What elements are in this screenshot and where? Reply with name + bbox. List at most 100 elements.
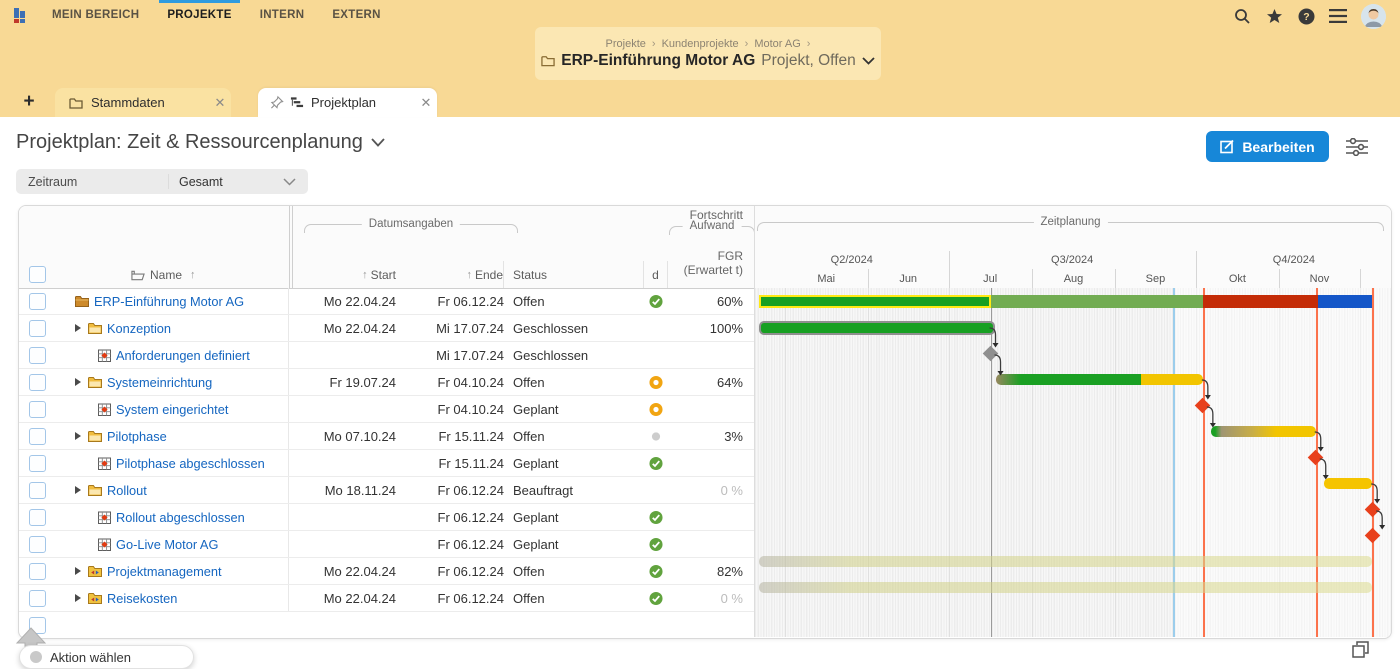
edit-button[interactable]: Bearbeiten (1206, 131, 1329, 162)
row-status-cell: Geplant (504, 396, 644, 422)
zeitraum-filter[interactable]: Zeitraum Gesamt (16, 169, 308, 194)
row-name-cell: Konzeption (59, 315, 289, 341)
pin-icon[interactable] (270, 96, 284, 110)
d-column-header[interactable]: d (643, 261, 667, 288)
edit-button-label: Bearbeiten (1242, 139, 1314, 155)
row-checkbox[interactable] (29, 401, 46, 418)
nav-tab-mein-bereich[interactable]: MEIN BEREICH (38, 0, 153, 30)
task-link[interactable]: Anforderungen definiert (116, 348, 250, 363)
task-link[interactable]: Pilotphase abgeschlossen (116, 456, 265, 471)
select-all-checkbox[interactable] (29, 266, 46, 283)
user-avatar[interactable] (1361, 4, 1386, 29)
edit-pencil-icon (1220, 139, 1235, 154)
breadcrumb-separator: › (652, 38, 656, 50)
table-row[interactable]: Anforderungen definiertMi 17.07.24Geschl… (19, 342, 754, 369)
row-checkbox[interactable] (29, 590, 46, 607)
row-name-cell: Go-Live Motor AG (59, 531, 289, 557)
table-row[interactable]: ERP-Einführung Motor AGMo 22.04.24Fr 06.… (19, 288, 754, 315)
favorites-star-icon[interactable] (1265, 7, 1283, 25)
task-link[interactable]: Projektmanagement (107, 564, 222, 579)
gantt-month-label: Aug (1032, 269, 1115, 288)
svg-text:?: ? (1303, 11, 1309, 23)
row-select-cell (19, 531, 59, 557)
row-checkbox[interactable] (29, 455, 46, 472)
table-row[interactable]: PilotphaseMo 07.10.24Fr 15.11.24Offen3% (19, 423, 754, 450)
nav-tab-intern[interactable]: INTERN (246, 0, 319, 30)
ende-column-header[interactable]: ↑Ende (396, 261, 504, 288)
expand-corner-icon[interactable] (1352, 641, 1369, 663)
nav-tab-projekte[interactable]: PROJEKTE (153, 0, 245, 30)
row-deadline-status-cell (644, 396, 668, 422)
check-status-icon (649, 456, 663, 470)
task-link[interactable]: Systemeinrichtung (107, 375, 212, 390)
table-row[interactable]: ProjektmanagementMo 22.04.24Fr 06.12.24O… (19, 558, 754, 585)
action-popup[interactable]: Aktion wählen (19, 645, 194, 669)
new-tab-button[interactable]: + (18, 91, 40, 113)
folder-icon (541, 54, 555, 68)
task-link[interactable]: Reisekosten (107, 591, 177, 606)
tab-stammdaten[interactable]: Stammdaten ✕ (55, 88, 231, 117)
table-row[interactable]: SystemeinrichtungFr 19.07.24Fr 04.10.24O… (19, 369, 754, 396)
expand-arrow-icon[interactable] (75, 432, 81, 440)
expand-arrow-icon[interactable] (75, 594, 81, 602)
breadcrumb-link[interactable]: Projekte (606, 38, 646, 50)
gantt-quarter-label: Q3/2024 (949, 251, 1196, 269)
table-row[interactable]: RolloutMo 18.11.24Fr 06.12.24Beauftragt0… (19, 477, 754, 504)
expand-arrow-icon[interactable] (75, 378, 81, 386)
app-logo-icon[interactable] (14, 8, 28, 23)
search-icon[interactable] (1233, 7, 1251, 25)
row-checkbox[interactable] (29, 293, 46, 310)
start-column-header[interactable]: ↑Start (289, 261, 396, 288)
topbar-icons: ? (1233, 2, 1386, 30)
view-settings-icon[interactable] (1345, 138, 1369, 156)
table-row[interactable]: Pilotphase abgeschlossenFr 15.11.24Gepla… (19, 450, 754, 477)
chevron-down-icon[interactable] (862, 57, 875, 65)
row-name-cell: Pilotphase abgeschlossen (59, 450, 289, 476)
help-icon[interactable]: ? (1297, 7, 1315, 25)
task-link[interactable]: Rollout (107, 483, 147, 498)
row-checkbox[interactable] (29, 347, 46, 364)
page-title[interactable]: Projektplan: Zeit & Ressourcenplanung (16, 131, 385, 154)
context-title[interactable]: ERP-Einführung Motor AG Projekt, Offen (541, 52, 875, 70)
row-fgr-cell: 100% (668, 315, 754, 341)
task-link[interactable]: Rollout abgeschlossen (116, 510, 245, 525)
folder-tree-icon (131, 268, 145, 282)
row-checkbox[interactable] (29, 320, 46, 337)
table-row-new[interactable] (19, 612, 754, 638)
expand-arrow-icon[interactable] (75, 324, 81, 332)
task-link[interactable]: Konzeption (107, 321, 171, 336)
task-link[interactable]: ERP-Einführung Motor AG (94, 294, 244, 309)
main-nav: MEIN BEREICHPROJEKTEINTERNEXTERN (14, 0, 395, 30)
table-row[interactable]: Go-Live Motor AGFr 06.12.24Geplant (19, 531, 754, 558)
status-column-header[interactable]: Status (503, 261, 643, 288)
name-column-header[interactable]: Name↑ (59, 261, 289, 288)
task-link[interactable]: Pilotphase (107, 429, 167, 444)
row-checkbox[interactable] (29, 536, 46, 553)
row-checkbox[interactable] (29, 563, 46, 580)
chevron-down-icon[interactable] (371, 138, 385, 147)
breadcrumb-link[interactable]: Kundenprojekte (662, 38, 739, 50)
chevron-down-icon[interactable] (283, 178, 296, 186)
tab-projektplan[interactable]: Projektplan ✕ (258, 88, 437, 117)
menu-icon[interactable] (1329, 7, 1347, 25)
check-status-icon (649, 537, 663, 551)
table-row[interactable]: ReisekostenMo 22.04.24Fr 06.12.24Offen0 … (19, 585, 754, 612)
expand-arrow-icon[interactable] (75, 486, 81, 494)
task-link[interactable]: System eingerichtet (116, 402, 228, 417)
table-row[interactable]: System eingerichtetFr 04.10.24Geplant (19, 396, 754, 423)
table-row[interactable]: KonzeptionMo 22.04.24Mi 17.07.24Geschlos… (19, 315, 754, 342)
row-checkbox[interactable] (29, 482, 46, 499)
row-name-cell: Rollout (59, 477, 289, 503)
nav-tab-extern[interactable]: EXTERN (318, 0, 394, 30)
task-link[interactable]: Go-Live Motor AG (116, 537, 218, 552)
row-checkbox[interactable] (29, 374, 46, 391)
row-fgr-cell: 0 % (668, 477, 754, 503)
expand-arrow-icon[interactable] (75, 567, 81, 575)
page-title-text: Projektplan: Zeit & Ressourcenplanung (16, 131, 363, 154)
row-checkbox[interactable] (29, 428, 46, 445)
close-icon[interactable]: ✕ (209, 95, 231, 111)
table-row[interactable]: Rollout abgeschlossenFr 06.12.24Geplant (19, 504, 754, 531)
row-checkbox[interactable] (29, 509, 46, 526)
close-icon[interactable]: ✕ (415, 95, 437, 111)
breadcrumb-link[interactable]: Motor AG (754, 38, 800, 50)
